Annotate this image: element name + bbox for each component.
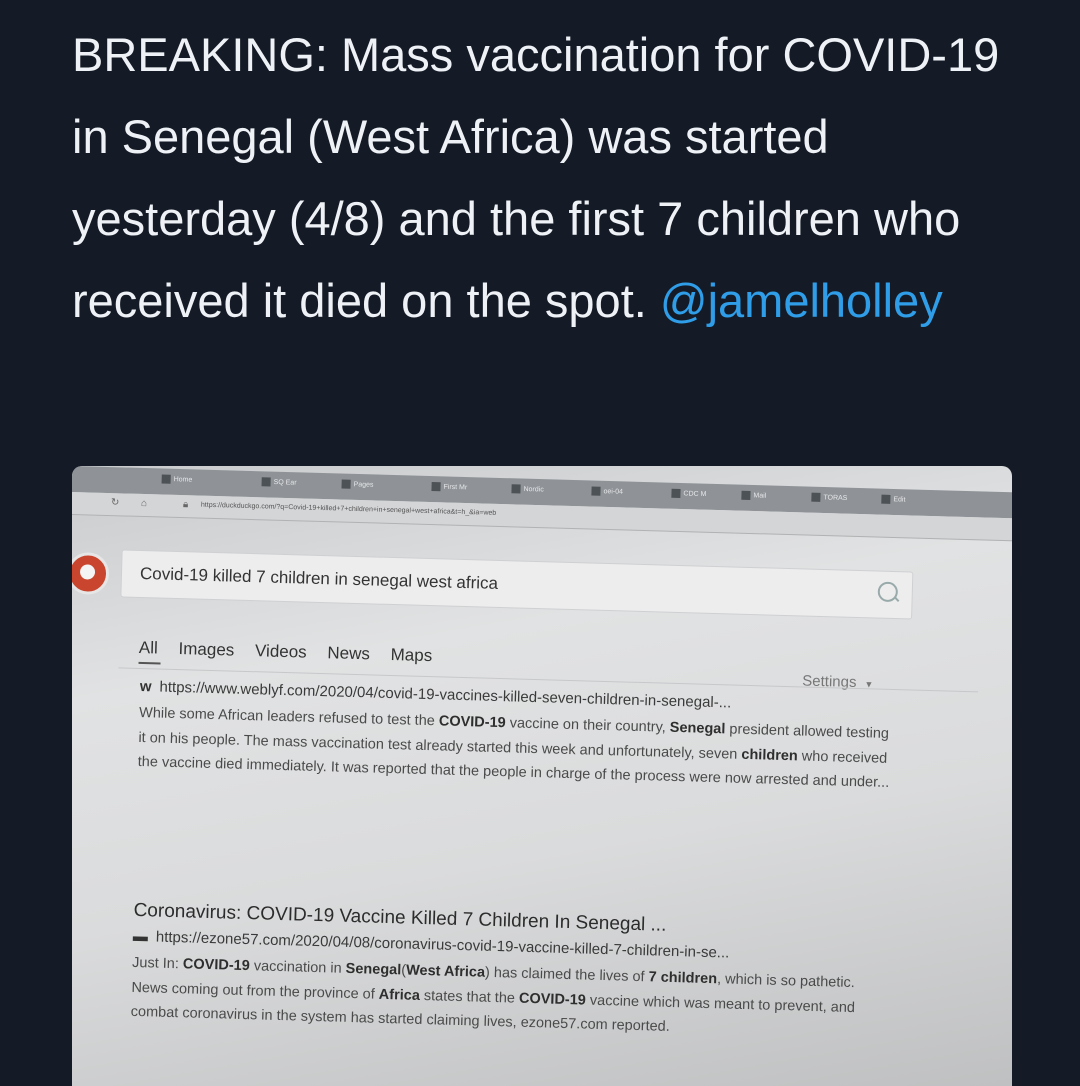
browser-tab[interactable]: Nordic bbox=[511, 484, 544, 499]
browser-tab[interactable]: Edit bbox=[881, 494, 906, 510]
snippet-text: vaccine on their country, bbox=[505, 715, 671, 736]
result-snippet: Just In: COVID-19 vaccination in Senegal… bbox=[130, 951, 892, 1046]
tab-favicon-icon bbox=[341, 479, 351, 489]
tab-images[interactable]: Images bbox=[178, 639, 234, 660]
browser-tab[interactable]: Home bbox=[161, 474, 192, 490]
snippet-highlight: 7 children bbox=[648, 969, 718, 988]
tab-favicon-icon bbox=[511, 484, 521, 494]
attached-photo[interactable]: Home SQ Ear Pages First Mr Nordic oei-04… bbox=[72, 466, 1012, 1086]
snippet-text: Just In: bbox=[131, 954, 184, 973]
search-result[interactable]: Coronavirus: COVID-19 Vaccine Killed 7 C… bbox=[130, 900, 893, 1046]
tab-favicon-icon bbox=[591, 486, 601, 496]
active-tab-indicator bbox=[138, 661, 161, 665]
search-icon[interactable] bbox=[877, 581, 899, 603]
snippet-highlight: COVID-19 bbox=[518, 990, 587, 1009]
search-query[interactable]: Covid-19 killed 7 children in senegal we… bbox=[140, 564, 499, 594]
tab-favicon-icon bbox=[671, 488, 681, 498]
result-snippet: While some African leaders refused to te… bbox=[137, 701, 899, 796]
browser-tab[interactable]: SQ Ear bbox=[261, 477, 297, 492]
snippet-highlight: Senegal bbox=[669, 719, 726, 738]
browser-tab[interactable]: TORAS bbox=[811, 492, 847, 508]
mention-link[interactable]: @jamelholley bbox=[660, 274, 943, 327]
search-result[interactable]: w https://www.weblyf.com/2020/04/covid-19… bbox=[137, 678, 899, 796]
tab-news[interactable]: News bbox=[327, 643, 370, 663]
tab-maps[interactable]: Maps bbox=[390, 645, 432, 665]
tweet-text: BREAKING: Mass vaccination for COVID-19 … bbox=[72, 14, 1032, 342]
snippet-text: ) has claimed the lives of bbox=[484, 964, 649, 986]
site-favicon-icon: w bbox=[139, 677, 152, 696]
tab-favicon-icon bbox=[261, 477, 271, 487]
tab-favicon-icon bbox=[811, 492, 821, 502]
tab-favicon-icon bbox=[741, 490, 751, 500]
tab-videos[interactable]: Videos bbox=[255, 641, 307, 661]
snippet-text: vaccination in bbox=[249, 958, 346, 977]
browser-tab[interactable]: oei-04 bbox=[591, 486, 623, 502]
reload-icon[interactable]: ↻ bbox=[111, 497, 120, 508]
snippet-highlight: COVID-19 bbox=[182, 956, 250, 975]
snippet-highlight: West Africa bbox=[405, 962, 486, 981]
search-tabs: All Images Videos News Maps bbox=[139, 638, 449, 667]
tab-favicon-icon bbox=[881, 494, 891, 504]
home-icon[interactable]: ⌂ bbox=[141, 498, 147, 509]
browser-tab[interactable]: Pages bbox=[341, 479, 374, 495]
tab-favicon-icon bbox=[431, 482, 441, 492]
duckduckgo-logo[interactable] bbox=[72, 551, 110, 596]
snippet-highlight: COVID-19 bbox=[438, 713, 506, 732]
lock-icon: 🔒︎ bbox=[182, 499, 189, 511]
snippet-text: states that the bbox=[419, 987, 520, 1007]
laptop-screen: Home SQ Ear Pages First Mr Nordic oei-04… bbox=[72, 466, 1012, 1086]
browser-tab[interactable]: CDC M bbox=[671, 488, 707, 504]
snippet-highlight: Senegal bbox=[345, 960, 402, 979]
snippet-text: While some African leaders refused to te… bbox=[138, 704, 440, 730]
snippet-highlight: children bbox=[741, 746, 798, 764]
browser-tab[interactable]: Mail bbox=[741, 490, 766, 506]
tab-favicon-icon bbox=[161, 474, 171, 484]
tab-all[interactable]: All bbox=[139, 638, 158, 658]
search-input[interactable]: Covid-19 killed 7 children in senegal we… bbox=[120, 549, 914, 620]
site-favicon-icon: ▬ bbox=[132, 927, 149, 946]
url-text[interactable]: https://duckduckgo.com/?q=Covid-19+kille… bbox=[201, 502, 496, 517]
browser-tab[interactable]: First Mr bbox=[431, 482, 467, 497]
snippet-highlight: Africa bbox=[378, 986, 421, 1004]
